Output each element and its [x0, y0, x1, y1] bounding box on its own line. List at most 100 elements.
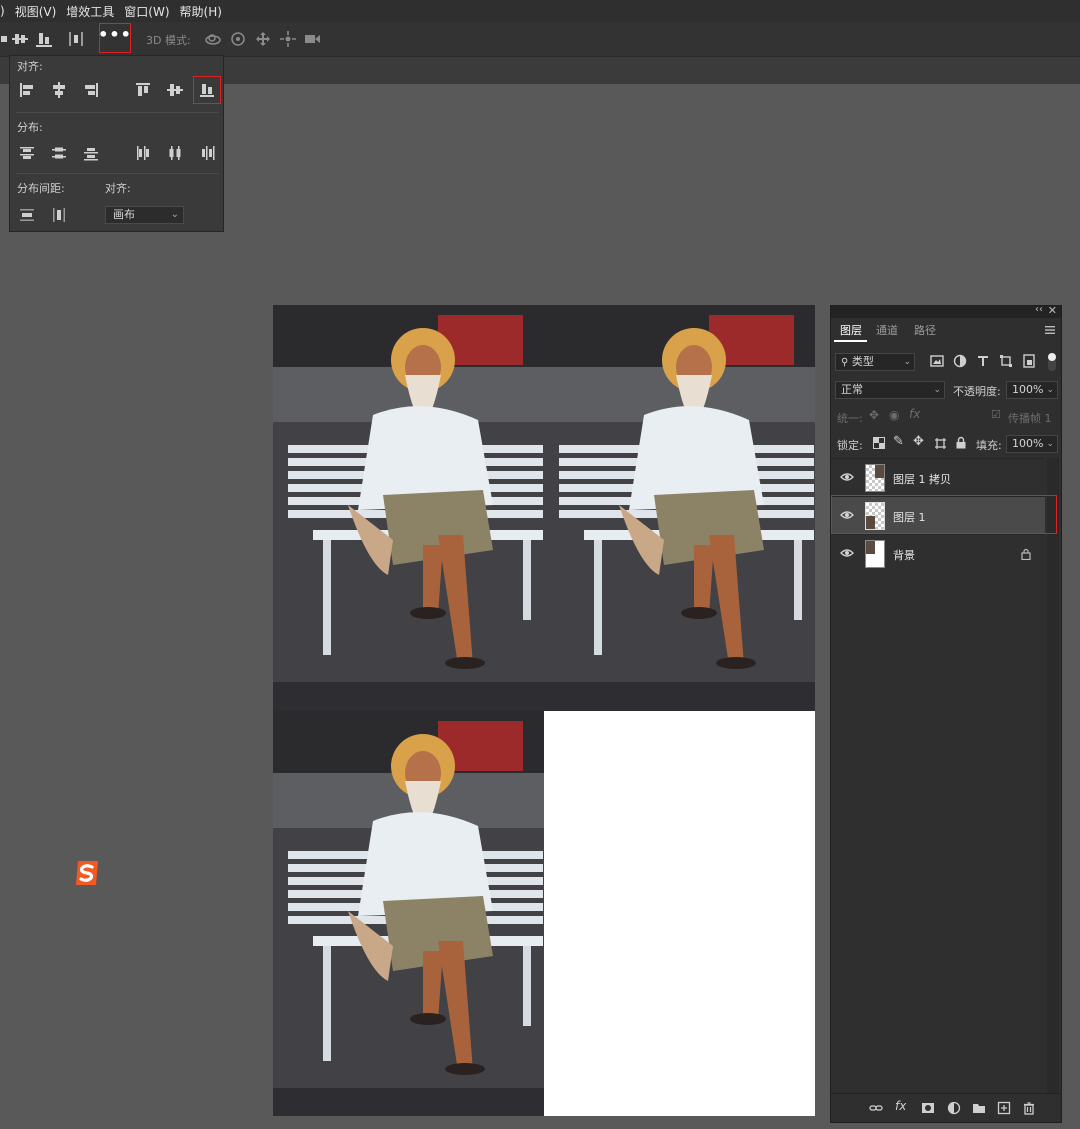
man-sandal — [410, 1013, 446, 1025]
panel-menu-icon[interactable] — [1044, 325, 1056, 335]
align-left-edges-icon[interactable] — [18, 81, 36, 99]
man-sandal — [410, 607, 446, 619]
distribute-top-icon[interactable] — [18, 144, 36, 162]
filter-pixel-icon[interactable] — [930, 354, 944, 368]
blend-mode-select[interactable]: 正常 ⌄ — [835, 381, 945, 399]
new-group-folder-icon[interactable] — [972, 1101, 986, 1115]
document-canvas[interactable] — [273, 305, 815, 1116]
bench-leg — [323, 540, 331, 655]
panel-header-strip: ‹‹ ✕ — [831, 304, 1061, 318]
layer-name: 背景 — [893, 549, 915, 562]
3d-slide-icon[interactable] — [278, 29, 298, 49]
layer-style-fx-icon[interactable]: fx — [895, 1099, 909, 1113]
opacity-input[interactable]: 100% ⌄ — [1006, 381, 1058, 399]
align-right-edges-icon[interactable] — [82, 81, 100, 99]
man-sandal — [681, 607, 717, 619]
eye-icon[interactable] — [840, 472, 854, 482]
align-bottom-edges-icon[interactable] — [34, 29, 54, 49]
photo-shadow — [544, 682, 815, 711]
menu-item-view[interactable]: 视图(V) — [15, 3, 63, 20]
menu-item-window[interactable]: 窗口(W) — [124, 3, 175, 20]
align-section-label: 对齐: — [17, 60, 43, 73]
distribute-horizontal-icon[interactable] — [66, 29, 86, 49]
unify-style-icon[interactable]: fx — [909, 407, 920, 421]
chevron-down-icon: ⌄ — [170, 209, 179, 220]
divider — [16, 173, 219, 174]
filter-smart-object-icon[interactable] — [1022, 354, 1036, 368]
lock-artboard-icon[interactable] — [934, 437, 947, 450]
align-distribute-panel: 对齐: 分布: 分布间距: 对齐: 画布 ⌄ — [9, 55, 224, 232]
photo-image — [273, 711, 544, 1116]
layer-filter-select[interactable]: ⚲ 类型 ⌄ — [835, 353, 915, 371]
align-top-edges-icon[interactable] — [134, 81, 152, 99]
3d-orbit-icon[interactable] — [203, 29, 223, 49]
menu-item-help[interactable]: 帮助(H) — [180, 3, 228, 20]
link-layers-icon[interactable] — [869, 1101, 883, 1115]
add-mask-icon[interactable] — [921, 1101, 935, 1115]
layer-row-background[interactable]: 背景 — [831, 534, 1045, 572]
sogou-ime-icon[interactable] — [72, 858, 102, 888]
collapse-panel-icon[interactable]: ‹‹ — [1035, 304, 1043, 315]
menu-item-partial[interactable]: ) — [0, 4, 11, 18]
unify-label: 统一: — [837, 412, 863, 425]
propagate-frame-label: 传播帧 1 — [1008, 412, 1052, 425]
filter-adjustment-icon[interactable] — [953, 354, 967, 368]
3d-roll-icon[interactable] — [228, 29, 248, 49]
filter-toggle-switch[interactable] — [1048, 353, 1056, 371]
new-layer-icon[interactable] — [997, 1101, 1011, 1115]
bench-leg — [323, 946, 331, 1061]
layer-thumbnail — [865, 540, 885, 568]
menu-item-plugins[interactable]: 增效工具 — [66, 3, 120, 20]
distribute-left-icon[interactable] — [134, 144, 152, 162]
man-sandal — [716, 657, 756, 669]
align-vertical-centers-icon[interactable] — [10, 29, 30, 49]
lock-all-icon[interactable] — [955, 436, 967, 449]
3d-scale-camera-icon[interactable] — [302, 29, 322, 49]
delete-layer-trash-icon[interactable] — [1022, 1101, 1036, 1115]
search-icon: ⚲ — [841, 357, 849, 368]
man-sandal — [445, 657, 485, 669]
align-horizontal-centers-icon[interactable] — [50, 81, 68, 99]
unify-visibility-icon[interactable]: ◉ — [889, 408, 899, 422]
lock-transparent-pixels-icon[interactable] — [873, 437, 885, 449]
align-vertical-centers-icon[interactable] — [166, 81, 184, 99]
layer-row-copy[interactable]: 图层 1 拷贝 — [831, 458, 1045, 496]
distribute-right-icon[interactable] — [198, 144, 216, 162]
distribute-bottom-icon[interactable] — [82, 144, 100, 162]
menu-bar: ) 视图(V) 增效工具 窗口(W) 帮助(H) — [0, 0, 1080, 22]
more-options-button[interactable]: ••• — [98, 23, 131, 53]
unify-position-icon[interactable]: ✥ — [869, 408, 879, 422]
fill-input[interactable]: 100% ⌄ — [1006, 435, 1058, 453]
tab-channels[interactable]: 通道 — [876, 322, 898, 338]
distribute-section-label: 分布: — [17, 121, 43, 134]
photo-image — [544, 305, 815, 711]
eye-icon[interactable] — [840, 548, 854, 558]
layers-bottom-bar: fx — [831, 1093, 1061, 1122]
opacity-label: 不透明度: — [953, 385, 1001, 398]
bench-leg — [594, 540, 602, 655]
lock-label: 锁定: — [837, 439, 863, 452]
man-sandal — [445, 1063, 485, 1075]
photo-tile-2 — [544, 305, 815, 711]
distribute-horizontal-spacing-icon[interactable] — [50, 206, 68, 224]
bench-leg — [794, 540, 802, 620]
lock-image-pixels-icon[interactable]: ✎ — [893, 434, 904, 449]
bench-leg — [523, 946, 531, 1026]
new-adjustment-layer-icon[interactable] — [947, 1101, 961, 1115]
filter-shape-icon[interactable] — [999, 354, 1013, 368]
filter-type-icon[interactable] — [976, 354, 990, 368]
3d-pan-icon[interactable] — [253, 29, 273, 49]
align-to-select[interactable]: 画布 ⌄ — [105, 206, 184, 224]
propagate-checkbox[interactable]: ☑ — [991, 408, 1001, 421]
divider — [16, 112, 219, 113]
chevron-down-icon: ⌄ — [933, 385, 941, 395]
distribute-horizontal-center-icon[interactable] — [166, 144, 184, 162]
close-panel-icon[interactable]: ✕ — [1048, 304, 1057, 317]
layers-scrollbar[interactable] — [1047, 458, 1059, 1098]
lock-position-icon[interactable]: ✥ — [913, 434, 924, 449]
tab-paths[interactable]: 路径 — [914, 322, 936, 338]
distribute-vertical-spacing-icon[interactable] — [18, 206, 36, 224]
tab-layers[interactable]: 图层 — [840, 322, 862, 338]
photo-tile-1 — [273, 305, 544, 711]
distribute-vertical-center-icon[interactable] — [50, 144, 68, 162]
